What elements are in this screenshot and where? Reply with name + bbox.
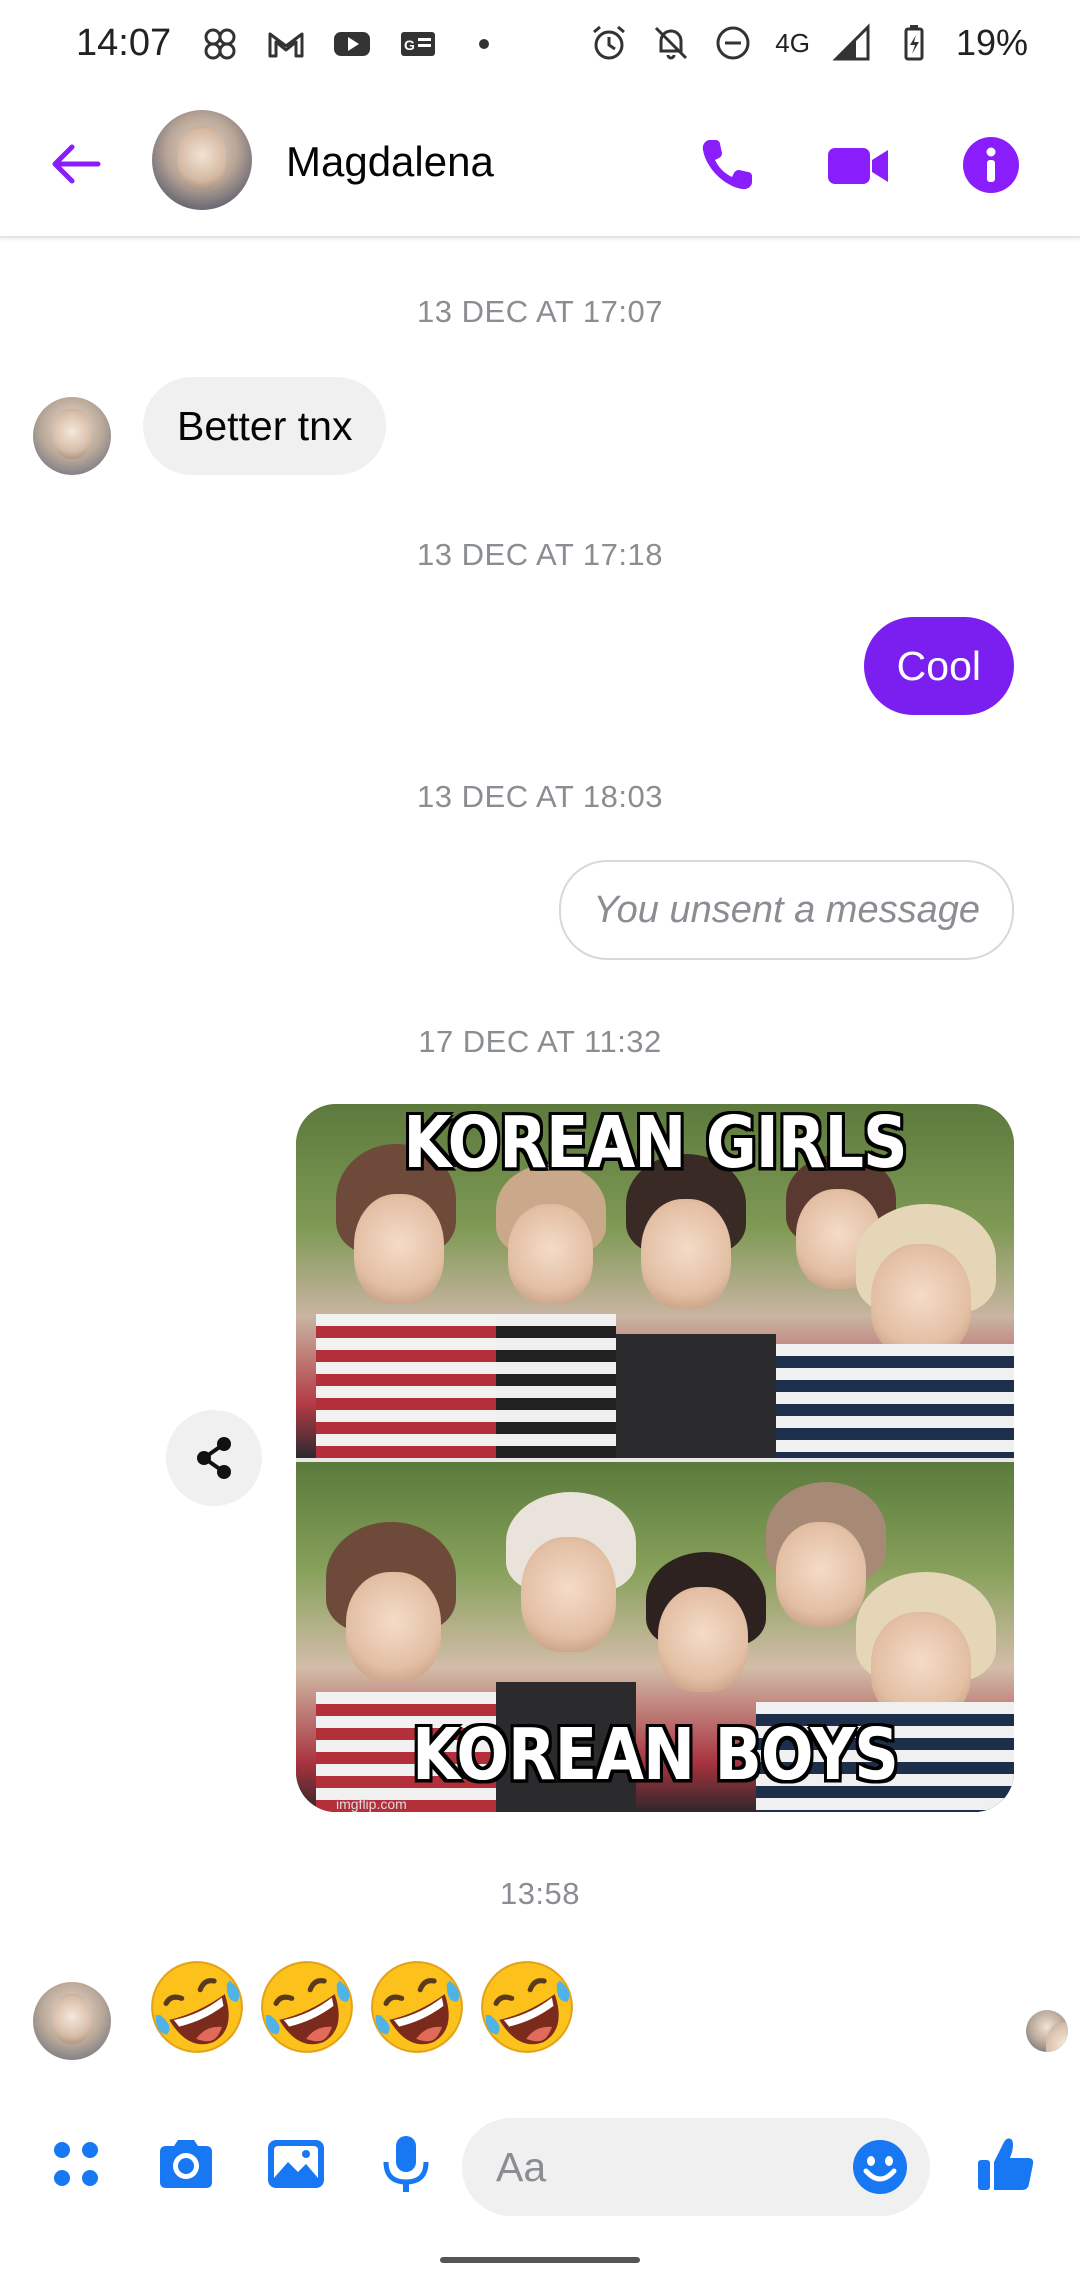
share-icon (197, 1437, 231, 1479)
meme-watermark: imgflip.com (336, 1796, 407, 1812)
contact-name[interactable]: Magdalena (286, 138, 494, 186)
timestamp: 13 DEC AT 17:07 (417, 294, 663, 329)
gallery-icon[interactable] (264, 2132, 328, 2196)
message-input-placeholder: Aa (496, 2144, 547, 2190)
emoji-message[interactable] (146, 1956, 578, 2058)
apps-icon[interactable] (44, 2132, 108, 2196)
outgoing-message[interactable]: Cool (863, 617, 1014, 715)
phone-call-icon[interactable] (692, 130, 762, 200)
read-receipt-avatar (1026, 2010, 1068, 2052)
dot-icon (479, 39, 489, 49)
meme-top-panel: KOREAN GIRLS (296, 1104, 1014, 1458)
timestamp: 13 DEC AT 17:18 (417, 537, 663, 572)
timestamp: 17 DEC AT 11:32 (418, 1024, 662, 1059)
camera-icon[interactable] (154, 2132, 218, 2196)
meme-bottom-caption: KOREAN BOYS (412, 1712, 899, 1797)
message-input[interactable]: Aa (462, 2118, 930, 2216)
battery-level: 19% (955, 22, 1028, 63)
svg-text:G: G (404, 37, 415, 53)
sender-avatar[interactable] (33, 1982, 111, 2060)
chat-header: Magdalena (0, 90, 1080, 238)
sender-avatar[interactable] (33, 397, 111, 475)
meme-top-caption: KOREAN GIRLS (403, 1104, 907, 1185)
message-composer: Aa (0, 2100, 1080, 2280)
signal-icon (832, 23, 870, 61)
rolling-laughing-emoji-icon (261, 1961, 353, 2053)
timestamp: 13 DEC AT 18:03 (417, 779, 663, 814)
video-call-icon[interactable] (824, 130, 894, 200)
bell-off-icon (655, 26, 688, 60)
home-indicator[interactable] (440, 2257, 640, 2263)
timestamp: 13:58 (499, 1876, 581, 1911)
gmail-icon (268, 32, 304, 58)
rolling-laughing-emoji-icon (151, 1961, 243, 2053)
image-message[interactable]: KOREAN GIRLS KOREAN BOYS imgflip.com (296, 1104, 1014, 1812)
system-icons: 4G 19% (589, 22, 1028, 64)
contact-avatar[interactable] (152, 110, 252, 210)
unsent-message[interactable]: You unsent a message (559, 860, 1014, 960)
rolling-laughing-emoji-icon (481, 1961, 573, 2053)
notification-icons: G (200, 24, 504, 64)
youtube-icon (334, 32, 370, 56)
meme-bottom-panel: KOREAN BOYS imgflip.com (296, 1458, 1014, 1812)
dnd-icon (716, 26, 750, 60)
alarm-icon (593, 25, 626, 60)
like-icon[interactable] (974, 2132, 1038, 2196)
network-type: 4G (775, 27, 810, 58)
battery-icon (904, 25, 924, 61)
share-button[interactable] (166, 1410, 262, 1506)
news-icon: G (401, 32, 435, 56)
status-bar: 14:07 G 4G 19% (0, 0, 1080, 90)
back-arrow-icon[interactable] (46, 134, 106, 194)
incoming-message[interactable]: Better tnx (143, 377, 387, 475)
apps-icon (204, 28, 236, 60)
rolling-laughing-emoji-icon (371, 1961, 463, 2053)
emoji-picker-icon[interactable] (850, 2137, 910, 2197)
info-icon[interactable] (956, 130, 1026, 200)
microphone-icon[interactable] (374, 2132, 438, 2196)
status-time: 14:07 (76, 22, 172, 64)
